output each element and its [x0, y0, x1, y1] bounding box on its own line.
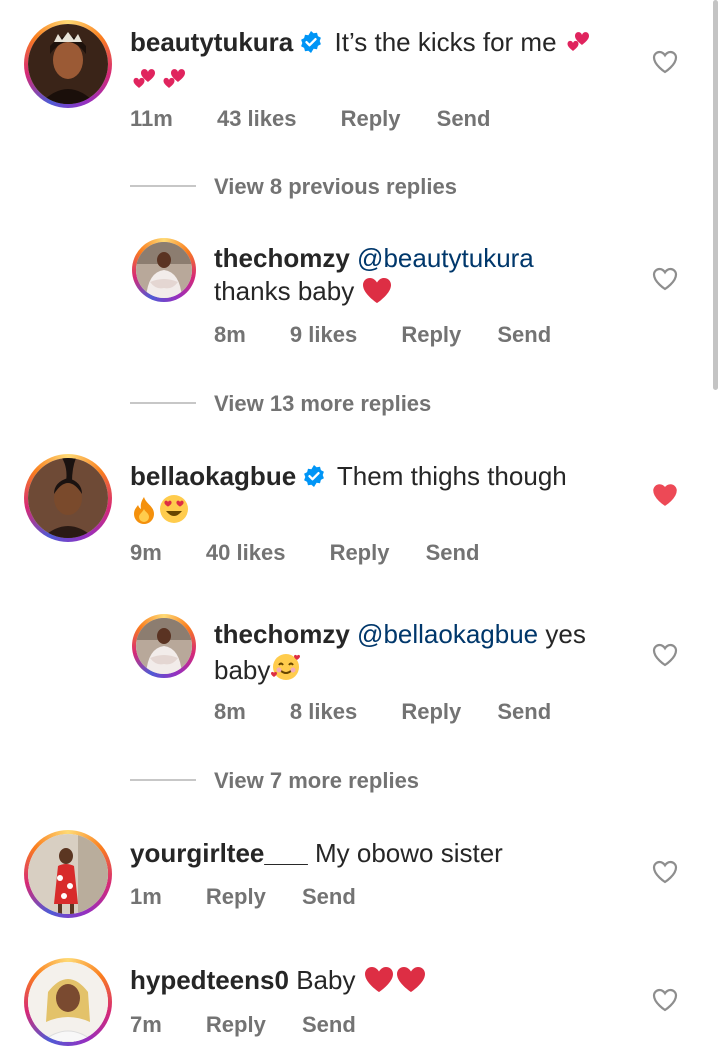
avatar-photo — [28, 24, 108, 104]
mention-link[interactable]: @beautytukura — [357, 243, 534, 273]
comment-bellaokagbue: bellaokagbue Them thighs though 9m 40 li… — [0, 440, 720, 580]
scrollbar[interactable] — [713, 0, 718, 390]
thread-line — [130, 779, 196, 781]
timestamp: 8m — [214, 322, 246, 347]
avatar-photo — [136, 242, 192, 298]
comment-text: hypedteens0 Baby — [130, 964, 630, 1001]
username[interactable]: thechomzy — [214, 619, 350, 649]
comment-body: thanks baby — [214, 276, 355, 306]
likes-count[interactable]: 43 likes — [217, 106, 297, 132]
avatar[interactable] — [132, 614, 196, 678]
comment-meta: 7m Reply Send — [130, 1012, 356, 1038]
likes-count[interactable]: 8 likes — [290, 699, 357, 725]
view-more-replies[interactable]: View 13 more replies — [214, 391, 431, 417]
like-heart-icon[interactable] — [652, 643, 678, 667]
comment-meta: 11m 43 likes Reply Send — [130, 106, 490, 132]
reply-button[interactable]: Reply — [341, 106, 401, 132]
avatar[interactable] — [24, 830, 112, 918]
avatar[interactable] — [132, 238, 196, 302]
comment-meta: 8m 9 likes Reply Send — [214, 322, 551, 348]
username[interactable]: bellaokagbue — [130, 461, 296, 491]
username[interactable]: hypedteens0 — [130, 965, 289, 995]
comment-body: Them thighs though — [336, 461, 567, 491]
avatar-photo — [136, 618, 192, 674]
comment-body: Baby — [296, 965, 356, 995]
fire-emoji-icon — [130, 495, 158, 533]
thread-line — [130, 402, 196, 404]
reply-button[interactable]: Reply — [206, 1012, 266, 1038]
send-button[interactable]: Send — [437, 106, 491, 132]
comment-meta: 9m 40 likes Reply Send — [130, 540, 479, 566]
timestamp: 1m — [130, 884, 162, 909]
likes-count[interactable]: 9 likes — [290, 322, 357, 348]
verified-badge-icon — [304, 465, 325, 487]
reply-button[interactable]: Reply — [206, 884, 266, 910]
avatar[interactable] — [24, 20, 112, 108]
like-heart-icon[interactable] — [652, 267, 678, 291]
avatar-photo — [28, 962, 108, 1042]
timestamp: 9m — [130, 540, 162, 565]
timestamp: 11m — [130, 106, 173, 131]
avatar-photo — [28, 458, 108, 538]
verified-badge-icon — [301, 31, 322, 53]
reply-button[interactable]: Reply — [401, 699, 461, 725]
username[interactable]: beautytukura — [130, 27, 293, 57]
username[interactable]: thechomzy — [214, 243, 350, 273]
red-heart-emoji-icon — [395, 965, 427, 1001]
comment-yourgirltee: yourgirltee___ My obowo sister 1m Reply … — [0, 820, 720, 940]
like-heart-icon[interactable] — [652, 50, 678, 74]
comment-text: beautytukura It’s the kicks for me — [130, 26, 630, 100]
smiling-face-with-hearts-emoji-icon — [270, 651, 302, 691]
send-button[interactable]: Send — [497, 699, 551, 725]
likes-count[interactable]: 40 likes — [206, 540, 286, 566]
send-button[interactable]: Send — [302, 884, 356, 910]
reply-text: thechomzy @beautytukura thanks baby — [214, 242, 634, 312]
reply-text: thechomzy @bellaokagbue yes baby — [214, 618, 634, 691]
comment-text: yourgirltee___ My obowo sister — [130, 837, 630, 870]
thread-line — [130, 185, 196, 187]
like-heart-icon[interactable] — [652, 860, 678, 884]
view-more-replies[interactable]: View 7 more replies — [214, 768, 419, 794]
mention-link[interactable]: @bellaokagbue — [357, 619, 538, 649]
timestamp: 7m — [130, 1012, 162, 1037]
comment-text: bellaokagbue Them thighs though — [130, 460, 630, 533]
avatar-photo — [28, 834, 108, 914]
avatar[interactable] — [24, 454, 112, 542]
like-heart-icon[interactable] — [652, 988, 678, 1012]
username[interactable]: yourgirltee___ — [130, 838, 308, 868]
send-button[interactable]: Send — [426, 540, 480, 566]
send-button[interactable]: Send — [497, 322, 551, 348]
timestamp: 8m — [214, 699, 246, 724]
view-previous-replies[interactable]: View 8 previous replies — [214, 174, 457, 200]
red-heart-emoji-icon — [363, 965, 395, 1001]
comment-hypedteens0: hypedteens0 Baby 7m Reply Send — [0, 950, 720, 1048]
comment-body: My obowo sister — [314, 838, 503, 868]
two-hearts-emoji-icon — [130, 64, 160, 100]
reply-thechomzy: thechomzy @beautytukura thanks baby 8m 9… — [0, 230, 720, 370]
comment-meta: 1m Reply Send — [130, 884, 356, 910]
reply-button[interactable]: Reply — [401, 322, 461, 348]
comment-meta: 8m 8 likes Reply Send — [214, 699, 551, 725]
reply-thechomzy: thechomzy @bellaokagbue yes baby 8m 8 li… — [0, 606, 720, 746]
reply-button[interactable]: Reply — [330, 540, 390, 566]
send-button[interactable]: Send — [302, 1012, 356, 1038]
comment-beautytukura: beautytukura It’s the kicks for me 11m 4… — [0, 0, 720, 150]
two-hearts-emoji-icon — [160, 64, 190, 100]
two-hearts-emoji-icon — [564, 27, 594, 63]
red-heart-emoji-icon — [361, 276, 393, 312]
comment-body: It’s the kicks for me — [334, 27, 557, 57]
heart-eyes-emoji-icon — [158, 493, 190, 533]
liked-heart-icon[interactable] — [652, 483, 678, 507]
avatar[interactable] — [24, 958, 112, 1046]
